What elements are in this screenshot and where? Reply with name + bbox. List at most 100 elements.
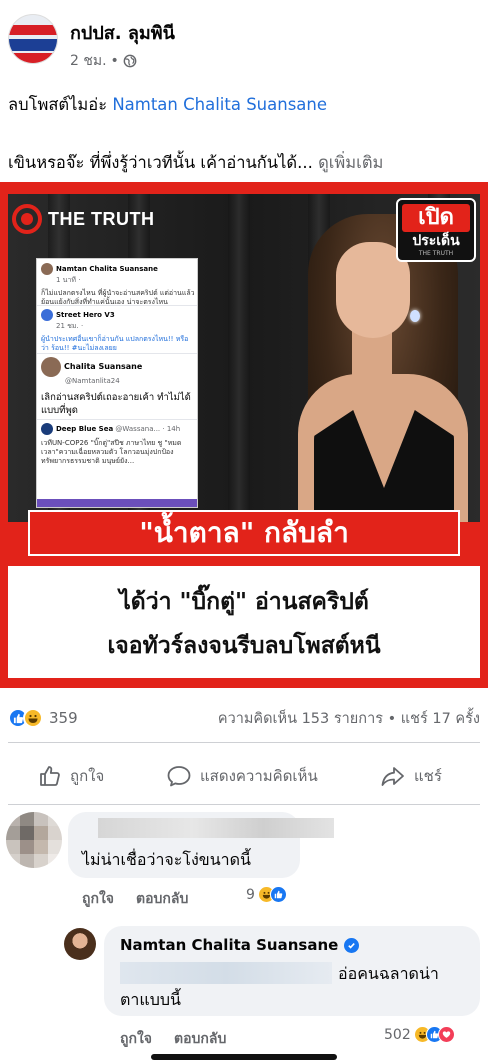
blur-tile [20,826,34,840]
collage-post: Namtan Chalita Suansane 1 นาที · ก็ไม่แป… [41,263,195,307]
love-icon [437,1026,455,1043]
collage-inner-handle: @Wassana... · 14h [115,425,181,433]
blur-tile [6,854,20,868]
headline-line-1: ได้ว่า "บิ๊กตู่" อ่านสคริปต์ [119,589,369,615]
post-action-bar: ถูกใจ แสดงความคิดเห็น แชร์ [0,756,488,796]
avatar [41,309,53,321]
blur-tile [6,840,20,854]
blur-tile [20,840,34,854]
avatar [41,263,53,275]
post-text-line-2: เขินหรอจ๊ะ ที่พึ่งรู้ว่าเวทีนั้น เค้าอ่า… [8,150,383,176]
collage-reply-name: Street Hero V3 [56,311,115,319]
reaction-icons[interactable] [8,708,43,728]
blur-tile [34,812,48,826]
blur-tile [6,812,20,826]
brand-text: THE TRUTH [48,208,155,229]
divider [8,804,480,805]
section-badge: เปิด ประเด็น THE TRUTH [396,198,476,262]
collage-reply: Street Hero V3 21 ชม. · ผู้นำประเทศอื่นเ… [41,309,195,353]
reply-text-line-1: อ่อคนฉลาดน่า [338,964,439,983]
redacted-commenter-name [98,818,334,838]
collage-reply-text: ผู้นำประเทศอื่นเขาก็อ่านกัน แปลกตรงไหน!!… [41,335,189,352]
reply-reactions[interactable]: 502 [384,1026,455,1043]
collage-post-name: Namtan Chalita Suansane [56,265,158,273]
comment-reply-button[interactable]: ตอบกลับ [136,888,188,910]
collage-quote-name: Chalita Suansane [64,362,143,371]
avatar [41,423,53,435]
comment-button-label: แสดงความคิดเห็น [200,767,318,785]
reply-like-button[interactable]: ถูกใจ [120,1028,152,1050]
blur-tile [34,840,48,854]
post-text-body: เขินหรอจ๊ะ ที่พึ่งรู้ว่าเวทีนั้น เค้าอ่า… [8,153,313,172]
comment-text: ไม่น่าเชื่อว่าจะโง่ขนาดนี้ [82,850,251,869]
badge-line-3: THE TRUTH [418,250,454,257]
reply-actions: ถูกใจ ตอบกลับ [120,1028,226,1050]
blur-tile [6,826,20,840]
tagged-profile-link[interactable]: Namtan Chalita Suansane [112,95,327,114]
news-photo: THE TRUTH เปิด ประเด็น THE TRUTH Namtan … [8,194,480,522]
headline-line-2: เจอทัวร์ลงจนรีบลบโพสต์หนี [107,633,381,659]
like-icon [269,886,287,903]
comment-reaction-count: 9 [246,886,255,903]
like-button-label: ถูกใจ [70,767,105,785]
blur-tile [20,854,34,868]
reply-reply-button[interactable]: ตอบกลับ [174,1028,226,1050]
post-image[interactable]: THE TRUTH เปิด ประเด็น THE TRUTH Namtan … [0,182,488,688]
like-icon [40,766,60,786]
divider [8,742,480,743]
page-avatar[interactable] [8,14,58,64]
post-text-prefix: ลบโพสต์ไมอ่ะ [8,95,108,114]
collage-inner-text: เวทีUN-COP26 "บิ๊กตู่"สปีช ภาษาไทย ชู "ห… [41,439,182,465]
avatar-flag-stripe [9,39,57,51]
avatar-flag-stripe [9,53,57,63]
blur-tile [48,812,62,826]
collage-footer-bar [37,499,197,507]
redacted-mention [120,962,332,984]
comment-reactions[interactable]: 9 [246,886,287,903]
home-indicator[interactable] [151,1054,337,1060]
post-time[interactable]: 2 ชม. [70,50,107,72]
verified-icon [344,937,360,953]
share-button-label: แชร์ [414,767,442,785]
collage-quote: Chalita Suansane @Namtanlita24 เลิกอ่านส… [41,357,195,417]
divider [37,353,197,354]
meta-separator: • [110,53,119,69]
badge-line-2: ประเด็น [412,233,460,249]
reply-author[interactable]: Namtan Chalita Suansane [120,936,360,954]
page-name[interactable]: กปปส. ลุมพินี [70,18,175,47]
truth-logo-icon [12,204,42,234]
reply-avatar[interactable] [64,928,96,960]
share-button[interactable]: แชร์ [380,764,442,788]
comment-button[interactable]: แสดงความคิดเห็น [166,764,318,788]
blur-tile [48,840,62,854]
blur-tile [48,854,62,868]
collage-quote-handle: @Namtanlita24 [65,377,120,385]
post-text-line-1: ลบโพสต์ไมอ่ะ Namtan Chalita Suansane [8,92,327,118]
reaction-summary: 359 ความคิดเห็น 153 รายการ • แชร์ 17 ครั… [8,706,480,730]
headline-banner: "น้ำตาล" กลับลำ [28,510,460,556]
collage-inner-tweet: Deep Blue Sea @Wassana... · 14h เวทีUN-C… [41,423,195,466]
comment-actions: ถูกใจ ตอบกลับ [82,888,188,910]
reply-author-name: Namtan Chalita Suansane [120,936,339,954]
curtain-fold [228,194,250,522]
share-icon [381,767,404,786]
haha-icon [23,708,43,728]
collage-post-time: 1 นาที · [56,276,81,284]
comment-like-button[interactable]: ถูกใจ [82,888,114,910]
blur-tile [34,826,48,840]
reply-text-line-2: ตาแบบนี้ [120,990,181,1009]
avatar [41,357,61,377]
divider [37,419,197,420]
see-more-link[interactable]: ดูเพิ่มเติม [318,153,383,172]
blur-tile [20,812,34,826]
the-truth-logo: THE TRUTH [12,204,155,234]
comment-share-stats[interactable]: ความคิดเห็น 153 รายการ • แชร์ 17 ครั้ง [218,707,480,730]
divider [37,305,197,306]
reaction-count[interactable]: 359 [49,709,78,727]
like-button[interactable]: ถูกใจ [38,764,104,788]
avatar-flag-stripe [9,25,57,35]
reply-reaction-count: 502 [384,1026,411,1043]
globe-icon [123,54,137,68]
commenter-avatar[interactable] [6,812,62,868]
post-meta: 2 ชม. • [70,50,137,72]
